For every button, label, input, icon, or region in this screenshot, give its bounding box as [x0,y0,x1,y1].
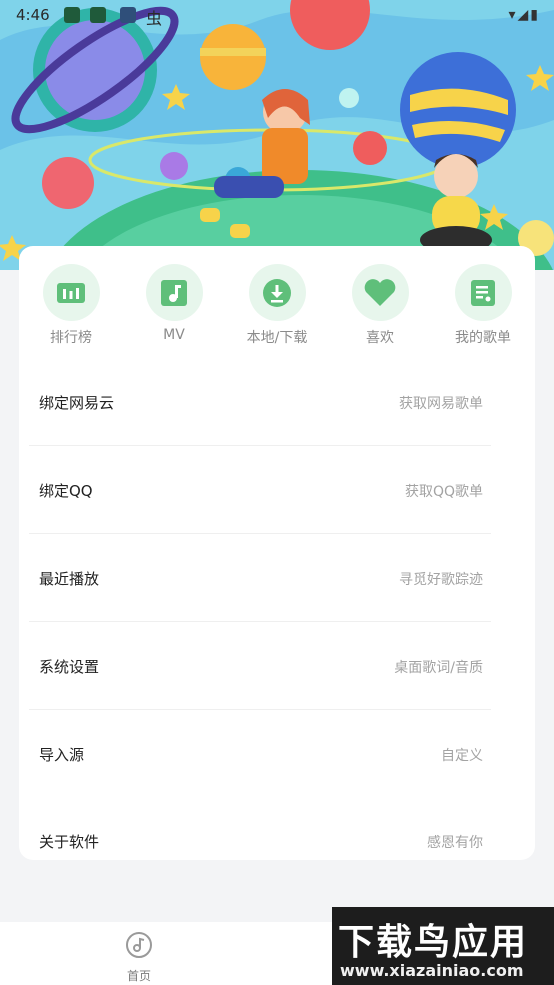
watermark-url: www.xiazainiao.com [340,961,524,980]
menu-item-bind-qq[interactable]: 绑定QQ 获取QQ歌单 [29,446,491,534]
menu-item-label: 最近播放 [39,570,100,588]
menu-item-system-settings[interactable]: 系统设置 桌面歌词/音质 [29,622,491,710]
quick-item-circle [248,264,306,321]
status-bar: 4:46 虫 ▾◢▮ [0,0,554,30]
quick-item-my-playlists[interactable]: 我的歌单 [443,264,523,347]
menu-item-label: 关于软件 [39,833,100,851]
quick-item-mv[interactable]: MV [134,264,214,343]
signal-battery-icons: ▾◢▮ [508,7,540,23]
quick-item-label: 排行榜 [50,330,92,346]
quick-item-label: 本地/下载 [246,330,308,346]
nav-home[interactable]: 首页 [117,931,161,984]
menu-item-bind-netease[interactable]: 绑定网易云 获取网易歌单 [29,358,491,446]
status-time: 4:46 [16,6,50,24]
quick-item-favorites[interactable]: 喜欢 [340,264,420,347]
quick-item-label: 喜欢 [366,330,394,346]
heart-icon [364,278,396,306]
watermark: 下载鸟应用 www.xiazainiao.com [332,907,554,985]
space-illustration [0,0,554,270]
quick-item-circle [454,264,512,321]
menu-item-label: 绑定QQ [39,482,93,500]
menu-item-recent-plays[interactable]: 最近播放 寻觅好歌踪迹 [29,534,491,622]
header-illustration [0,0,554,270]
menu-item-label: 导入源 [39,746,85,764]
quick-item-local-download[interactable]: 本地/下载 [237,264,317,347]
app-icon [120,7,136,23]
quick-item-circle [351,264,409,321]
settings-menu: 绑定网易云 获取网易歌单 绑定QQ 获取QQ歌单 最近播放 寻觅好歌踪迹 系统设… [29,358,491,884]
music-note-icon [161,279,187,306]
menu-item-import-source[interactable]: 导入源 自定义 [29,710,491,797]
menu-item-hint: 感恩有你 [427,835,483,851]
main-card: 排行榜 MV 本地/下载 喜欢 我的歌单 绑定网易云 获取网易歌单 绑定QQ 获… [19,246,535,860]
chart-bars-icon [57,282,85,303]
quick-item-circle [145,264,203,321]
watermark-title: 下载鸟应用 [338,922,529,963]
menu-item-label: 绑定网易云 [39,394,115,412]
debug-icon: 虫 [146,9,163,28]
quick-item-label: MV [163,327,185,343]
nav-home-label: 首页 [126,969,151,983]
menu-item-hint: 获取网易歌单 [399,396,483,412]
notification-icon [64,7,80,23]
playlist-icon [471,279,495,306]
menu-item-label: 系统设置 [39,658,100,676]
quick-item-label: 我的歌单 [455,330,511,346]
quick-item-ranking[interactable]: 排行榜 [31,264,111,347]
download-icon [263,278,291,307]
menu-item-hint: 自定义 [441,748,483,764]
music-disc-icon [126,932,152,958]
notification-icon [90,7,106,23]
menu-item-about[interactable]: 关于软件 感恩有你 [29,797,491,884]
quick-item-circle [42,264,100,321]
menu-item-hint: 获取QQ歌单 [404,484,483,500]
menu-item-hint: 寻觅好歌踪迹 [399,572,483,588]
quick-actions: 排行榜 MV 本地/下载 喜欢 我的歌单 [19,264,535,354]
menu-item-hint: 桌面歌词/音质 [394,660,483,676]
